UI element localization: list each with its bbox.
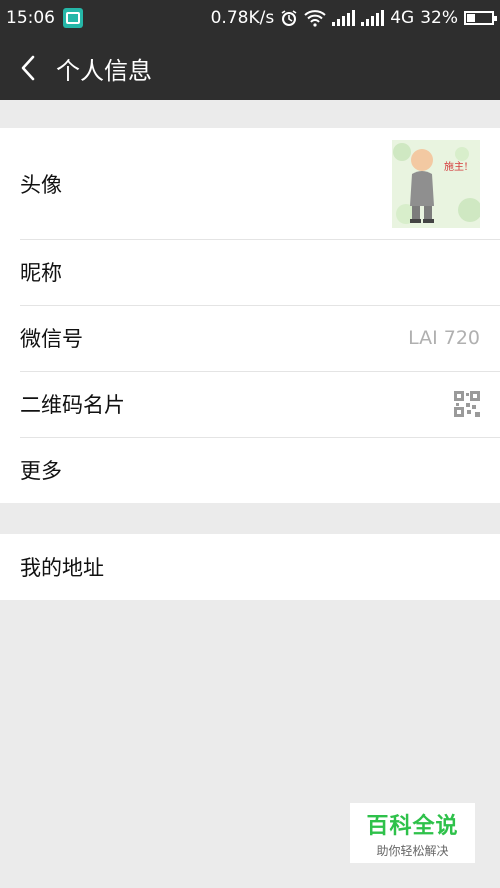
status-bar: 15:06 0.78K/s 4G 32% <box>0 0 500 36</box>
back-button[interactable] <box>0 36 56 100</box>
watermark-subtitle: 助你轻松解决 <box>376 843 449 858</box>
my-address-label: 我的地址 <box>20 556 104 580</box>
wifi-icon <box>304 10 326 27</box>
avatar-caption: 施主! <box>444 160 468 173</box>
status-time: 15:06 <box>6 8 55 28</box>
qr-card-label: 二维码名片 <box>20 393 125 417</box>
watermark-logo: 百科全说 助你轻松解决 <box>350 803 475 863</box>
more-row[interactable]: 更多 <box>0 437 500 503</box>
wechat-id-value: LAI 720 <box>408 327 480 349</box>
signal-icon <box>332 10 356 26</box>
signal-icon <box>361 10 385 26</box>
battery-icon <box>464 11 497 25</box>
avatar-label: 头像 <box>20 172 62 197</box>
qr-card-row[interactable]: 二维码名片 <box>0 371 500 437</box>
nickname-row[interactable]: 昵称 <box>0 239 500 305</box>
nav-bar: 个人信息 <box>0 36 500 100</box>
profile-info-group: 头像 施主! 昵称 微信号 LAI 720 二维码名片 更多 <box>0 128 500 503</box>
my-address-row[interactable]: 我的地址 <box>0 534 500 600</box>
watermark-title: 百科全说 <box>366 813 459 839</box>
nickname-label: 昵称 <box>20 261 62 285</box>
chevron-left-icon <box>21 55 35 81</box>
address-group: 我的地址 <box>0 534 500 600</box>
wechat-id-label: 微信号 <box>20 327 83 351</box>
page-title: 个人信息 <box>56 56 152 85</box>
alarm-icon <box>281 10 297 26</box>
screenshot-app-icon <box>63 8 83 28</box>
network-type: 4G <box>390 8 415 28</box>
wechat-id-row[interactable]: 微信号 LAI 720 <box>0 305 500 371</box>
battery-percent: 32% <box>420 8 458 28</box>
more-label: 更多 <box>20 459 62 483</box>
avatar-row[interactable]: 头像 施主! <box>0 128 500 239</box>
qr-code-icon <box>454 391 480 417</box>
avatar-monk-image: 施主! <box>392 139 480 228</box>
net-speed: 0.78K/s <box>210 8 275 28</box>
avatar[interactable]: 施主! <box>392 139 480 228</box>
